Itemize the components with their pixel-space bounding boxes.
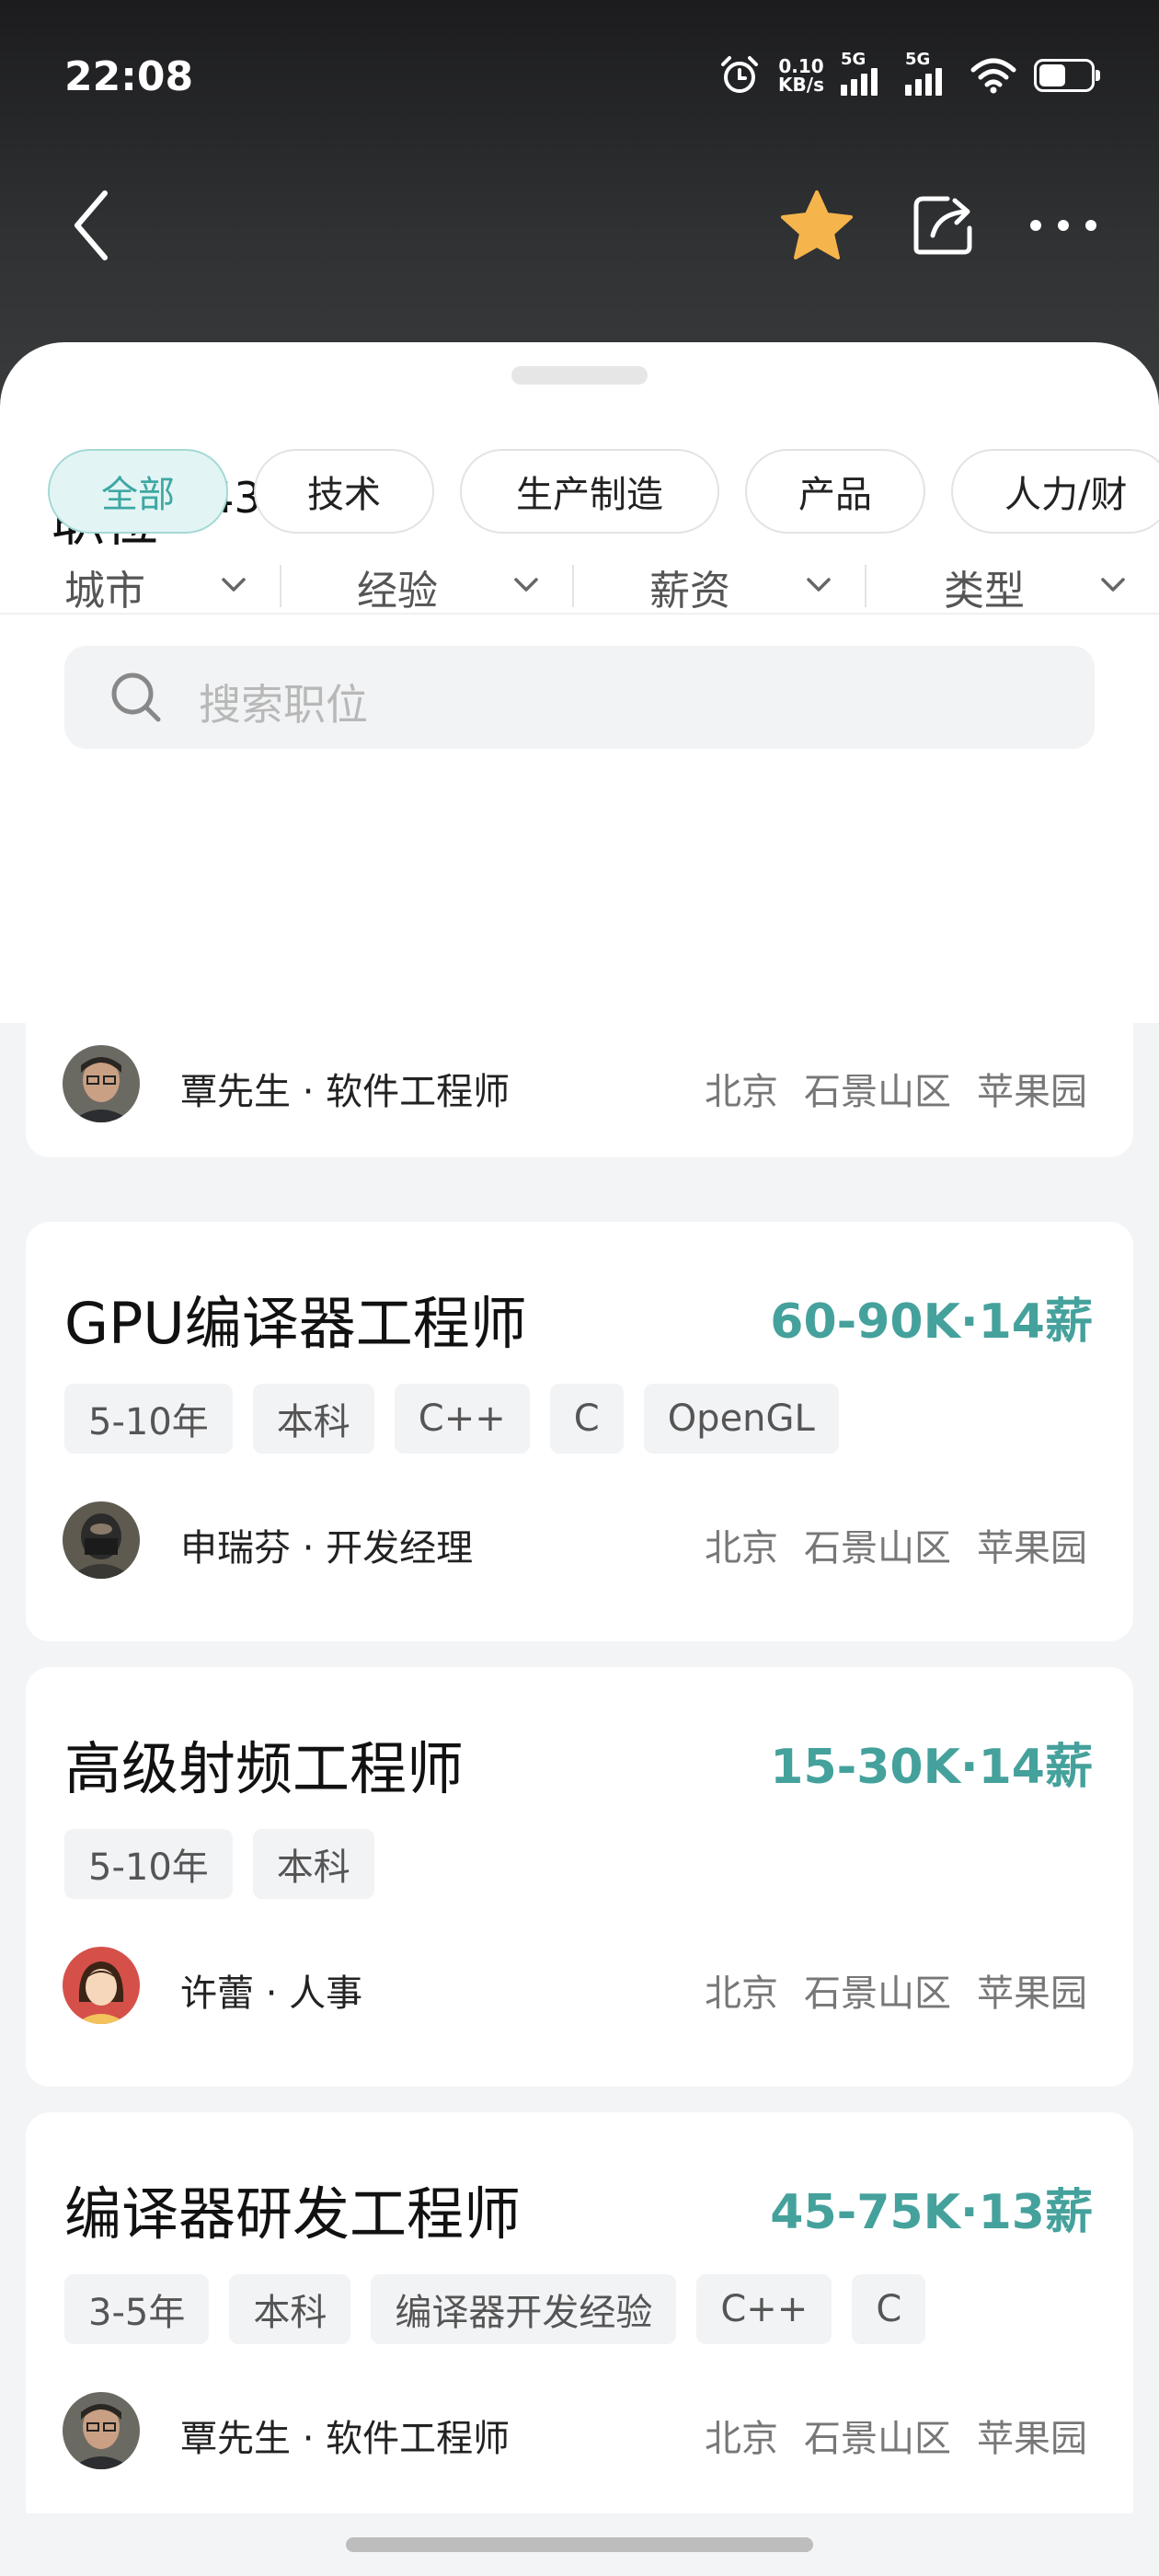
filter-salary-label: 薪资 xyxy=(649,568,730,615)
filter-city[interactable]: 城市 xyxy=(0,537,294,638)
job-salary: 45-75K·13薪 xyxy=(770,2185,1093,2240)
filter-experience-label: 经验 xyxy=(357,568,438,615)
recruiter-info: 覃先生 · 软件工程师 xyxy=(180,1071,511,1113)
search-icon xyxy=(111,673,161,722)
battery-icon xyxy=(1034,59,1100,92)
tab-hr[interactable]: 人力/财 xyxy=(951,449,1159,534)
job-tags: 5-10年 本科 xyxy=(64,1829,374,1899)
status-bar: 22:08 0.10 KB/s 5G 5G xyxy=(0,0,1159,156)
job-title: GPU编译器工程师 xyxy=(64,1290,527,1357)
recruiter-info: 许蕾 · 人事 xyxy=(180,1972,363,2015)
signal-2-label: 5G xyxy=(905,50,931,69)
filter-salary[interactable]: 薪资 xyxy=(585,537,879,638)
chevron-left-icon[interactable] xyxy=(63,184,118,267)
filter-separator xyxy=(280,565,281,607)
share-icon[interactable] xyxy=(911,191,977,258)
filter-type-label: 类型 xyxy=(944,568,1025,615)
tab-tech[interactable]: 技术 xyxy=(254,449,434,534)
signal-1-label: 5G xyxy=(841,50,866,69)
job-tag: 3-5年 xyxy=(64,2274,210,2344)
drag-handle[interactable] xyxy=(511,366,648,385)
jobs-sheet: 职位 343 搜索职位 xyxy=(0,342,1159,1023)
job-tags: 5-10年 本科 C++ C OpenGL xyxy=(64,1384,839,1454)
signal-icon-2: 5G xyxy=(905,50,953,96)
chevron-down-icon xyxy=(1101,578,1125,592)
job-title: 高级射频工程师 xyxy=(64,1735,465,1802)
job-location: 北京 石景山区 苹果园 xyxy=(705,1963,1087,2017)
search-input[interactable]: 搜索职位 xyxy=(64,646,1095,749)
recruiter-info: 覃先生 · 软件工程师 xyxy=(180,2418,511,2460)
job-salary: 60-90K·14薪 xyxy=(770,1294,1093,1350)
filter-type[interactable]: 类型 xyxy=(879,537,1159,638)
filter-separator xyxy=(865,565,866,607)
location-district: 石景山区 xyxy=(804,1071,951,1113)
tab-manufacturing[interactable]: 生产制造 xyxy=(460,449,719,534)
more-dots-icon[interactable] xyxy=(1027,212,1100,239)
location-district: 石景山区 xyxy=(804,1527,951,1570)
location-city: 北京 xyxy=(705,2418,778,2460)
signal-icon-1: 5G xyxy=(841,50,889,96)
job-title: 编译器研发工程师 xyxy=(64,2180,522,2248)
net-speed: 0.10 KB/s xyxy=(778,57,824,94)
location-area: 苹果园 xyxy=(977,1527,1087,1570)
job-tag: 5-10年 xyxy=(64,1384,233,1454)
job-card[interactable]: GPU编译器工程师 60-90K·14薪 5-10年 本科 C++ C Open… xyxy=(26,1222,1133,1641)
job-card[interactable]: 高级射频工程师 15-30K·14薪 5-10年 本科 许蕾 · 人事 北京 石… xyxy=(26,1667,1133,2087)
filter-bar: 城市 经验 薪资 类型 xyxy=(0,537,1159,638)
recruiter-info: 申瑞芬 · 开发经理 xyxy=(180,1527,474,1570)
avatar xyxy=(63,1501,140,1579)
avatar xyxy=(63,2392,140,2469)
job-tag: 本科 xyxy=(229,2274,351,2344)
alarm-icon xyxy=(721,56,759,93)
job-location: 北京 石景山区 苹果园 xyxy=(705,1518,1087,1571)
star-icon[interactable] xyxy=(778,189,855,262)
filter-city-label: 城市 xyxy=(64,568,145,615)
location-district: 石景山区 xyxy=(804,2418,951,2460)
filter-experience[interactable]: 经验 xyxy=(293,537,587,638)
job-card[interactable]: 编译器研发工程师 45-75K·13薪 3-5年 本科 编译器开发经验 C++ … xyxy=(26,2112,1133,2513)
location-city: 北京 xyxy=(705,1972,778,2015)
job-salary: 15-30K·14薪 xyxy=(770,1740,1093,1795)
location-city: 北京 xyxy=(705,1071,778,1113)
avatar xyxy=(63,1045,140,1122)
tab-product[interactable]: 产品 xyxy=(745,449,925,534)
job-tag: 本科 xyxy=(252,1384,374,1454)
chevron-down-icon xyxy=(807,578,831,592)
location-area: 苹果园 xyxy=(977,1071,1087,1113)
job-list: 覃先生 · 软件工程师 北京 石景山区 苹果园 GPU编译器工程师 60-90K… xyxy=(0,1023,1159,2513)
avatar xyxy=(63,1947,140,2024)
net-speed-value: 0.10 xyxy=(778,55,824,77)
search-placeholder: 搜索职位 xyxy=(199,680,368,730)
category-tabs: 全部 技术 生产制造 产品 人力/财 xyxy=(48,449,1159,537)
job-tag: 5-10年 xyxy=(64,1829,233,1899)
chevron-down-icon xyxy=(222,578,246,592)
job-tag: C xyxy=(549,1384,624,1454)
job-location: 北京 石景山区 苹果园 xyxy=(705,2409,1087,2462)
status-icons: 0.10 KB/s 5G 5G xyxy=(717,50,1100,98)
job-tag: C++ xyxy=(696,2274,832,2344)
job-tag: OpenGL xyxy=(643,1384,839,1454)
job-tag: C++ xyxy=(394,1384,530,1454)
job-tag: 编译器开发经验 xyxy=(371,2274,677,2344)
wifi-icon xyxy=(970,58,1016,94)
location-area: 苹果园 xyxy=(977,1972,1087,2015)
job-card[interactable]: 覃先生 · 软件工程师 北京 石景山区 苹果园 xyxy=(26,1023,1133,1157)
location-area: 苹果园 xyxy=(977,2418,1087,2460)
status-time: 22:08 xyxy=(64,53,194,100)
job-tag: 本科 xyxy=(252,1829,374,1899)
filter-separator xyxy=(572,565,574,607)
location-city: 北京 xyxy=(705,1527,778,1570)
job-location: 北京 石景山区 苹果园 xyxy=(705,1062,1087,1115)
tab-all[interactable]: 全部 xyxy=(48,449,228,534)
net-speed-unit: KB/s xyxy=(778,74,824,96)
job-tag: C xyxy=(852,2274,926,2344)
chevron-down-icon xyxy=(514,578,538,592)
home-indicator[interactable] xyxy=(346,2537,813,2552)
location-district: 石景山区 xyxy=(804,1972,951,2015)
job-tags: 3-5年 本科 编译器开发经验 C++ C xyxy=(64,2274,926,2344)
